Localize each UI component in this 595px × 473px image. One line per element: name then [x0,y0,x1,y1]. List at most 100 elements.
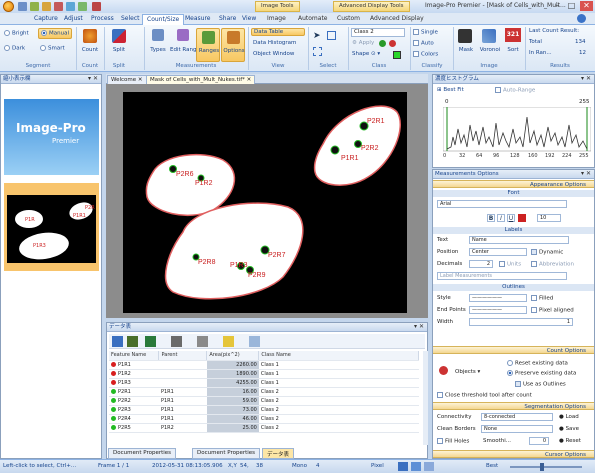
table-row[interactable]: P1R1 2260.00 Class 1 [109,360,419,370]
thumb-logo[interactable]: Image-Pro Premier [4,99,99,175]
tab-capture[interactable]: Capture [30,14,62,25]
save-table-icon[interactable] [112,336,123,347]
connectivity-select[interactable]: 8-connected [481,413,553,421]
appearance-options-header[interactable]: Appearance Options [433,180,594,188]
load-button[interactable]: ● Load [559,414,579,420]
object-window-button[interactable]: Object Window [253,51,294,57]
font-size-select[interactable]: 10 [537,214,561,222]
fill-holes-checkbox[interactable]: Fill Holes [437,438,469,445]
table-row[interactable]: P1R2 1890.00 Class 1 [109,369,419,379]
single-button[interactable]: Single [413,29,438,36]
smart-option[interactable]: Smart [40,45,65,52]
filter-icon[interactable] [249,336,260,347]
tab-view[interactable]: View [238,14,260,25]
col-area[interactable]: Area(pix^2) [206,351,260,361]
tab-automate[interactable]: Automate [294,14,332,25]
label-measurements-select[interactable]: Label Measurements [437,272,567,280]
pin-icon[interactable]: ▾ ✕ [581,75,591,82]
pin-icon[interactable]: ▾ ✕ [581,170,591,177]
pixel-aligned-checkbox[interactable]: Pixel aligned [531,307,574,314]
print-icon[interactable] [78,2,87,11]
view-mode-icon[interactable] [411,462,421,471]
nucleus[interactable] [330,145,340,155]
cell-p1r2[interactable] [145,153,236,217]
statistics-icon[interactable] [171,336,182,347]
style-select[interactable]: —————— [469,294,527,302]
col-feature-name[interactable]: Feature Name [109,351,160,361]
apply-button[interactable]: ⚙ Apply [352,40,374,46]
edit-range-icon[interactable] [177,29,189,41]
close-button[interactable]: ✕ [580,1,593,11]
columns-icon[interactable] [197,336,208,347]
italic-button[interactable]: I [497,214,505,222]
tab-mask-image[interactable]: Mask of Cells_with_Mult_Nukes.tif* ✕ [146,75,256,84]
col-parent[interactable]: Parent [158,351,208,361]
reset-existing-option[interactable]: Reset existing data [507,360,568,367]
status-pixel[interactable]: Pixel [371,463,384,469]
font-name-select[interactable]: Arial [437,200,567,208]
manual-option[interactable]: Manual [38,28,72,39]
table-scrollbar[interactable] [423,351,428,445]
decimals-input[interactable]: 2 [469,260,493,268]
view-mode-icon[interactable] [398,462,408,471]
abbreviation-checkbox[interactable]: Abbreviation [531,261,574,268]
pointer-icon[interactable]: ➤ [313,31,321,41]
excel-icon[interactable] [145,336,156,347]
tab-process[interactable]: Process [87,14,118,25]
tab-data-table[interactable]: データ表 [262,448,295,459]
tab-document-properties-1[interactable]: Document Properties [108,448,177,459]
tab-custom[interactable]: Custom [333,14,364,25]
ranges-button[interactable]: Ranges [196,28,220,62]
redo-icon[interactable] [42,2,51,11]
class-select[interactable]: Class 2 [351,28,405,37]
view-mode-icon[interactable] [424,462,434,471]
clean-borders-select[interactable]: None [481,425,553,433]
cursor-options-header[interactable]: Cursor Options [433,450,594,458]
preserve-existing-option[interactable]: Preserve existing data [507,370,576,377]
highlight-icon[interactable] [223,336,234,347]
dynamic-checkbox[interactable]: Dynamic [531,249,563,256]
app-menu-icon[interactable] [3,1,14,12]
close-threshold-checkbox[interactable]: Close threshold tool after count [437,392,532,399]
underline-button[interactable]: U [507,214,515,222]
sort-button[interactable]: Sort [503,47,523,53]
close-doc-icon[interactable] [92,2,101,11]
segmentation-options-header[interactable]: Segmentation Options [433,402,594,410]
auto-button[interactable]: Auto [413,40,434,47]
rect-select-icon[interactable] [327,31,336,40]
mask-button[interactable]: Mask [455,47,477,53]
table-row[interactable]: P2R3 P1R1 73.00 Class 2 [109,405,419,415]
export-icon[interactable] [127,336,138,347]
add-class-icon[interactable] [379,40,386,47]
class-color-swatch[interactable] [393,51,401,59]
table-row[interactable]: P2R1 P1R1 16.00 Class 2 [109,387,419,397]
text-select[interactable]: Name [469,236,569,244]
dark-option[interactable]: Dark [4,45,25,52]
use-as-outlines-checkbox[interactable]: Use as Outlines [515,381,566,388]
table-row[interactable]: P2R5 P1R2 25.00 Class 2 [109,423,419,433]
tab-share[interactable]: Share [215,14,240,25]
tab-image[interactable]: Image [263,14,290,25]
count-button[interactable]: Count [78,47,102,53]
count-icon[interactable] [83,29,97,43]
voronoi-icon[interactable] [482,29,496,43]
data-table-button[interactable]: Data Table [251,28,305,36]
maximize-button[interactable]: □ [565,1,578,11]
split-icon[interactable] [112,29,126,43]
bright-option[interactable]: Bright [4,30,29,37]
tab-adjust[interactable]: Adjust [60,14,87,25]
smoothing-input[interactable]: 0 [529,437,549,445]
filled-checkbox[interactable]: Filled [531,295,553,302]
split-button[interactable]: Split [106,47,132,53]
thumb-selected[interactable]: P2R P1R1 P1R3 P1R [4,183,99,271]
bold-button[interactable]: B [487,214,495,222]
minimize-button[interactable]: – [551,1,564,11]
auto-range-button[interactable]: Auto-Range [495,87,535,94]
mask-image[interactable]: P2R1 P2R2 P1R1 P2R6 P1R2 P2R8 P1R3 P2R7 … [123,92,407,313]
undo-icon[interactable] [30,2,39,11]
open-icon[interactable] [66,2,75,11]
edit-range-button[interactable]: Edit Range [170,47,200,53]
count-options-header[interactable]: Count Options [433,346,594,354]
capture-icon[interactable] [54,2,63,11]
voronoi-button[interactable]: Voronoi [477,47,503,53]
